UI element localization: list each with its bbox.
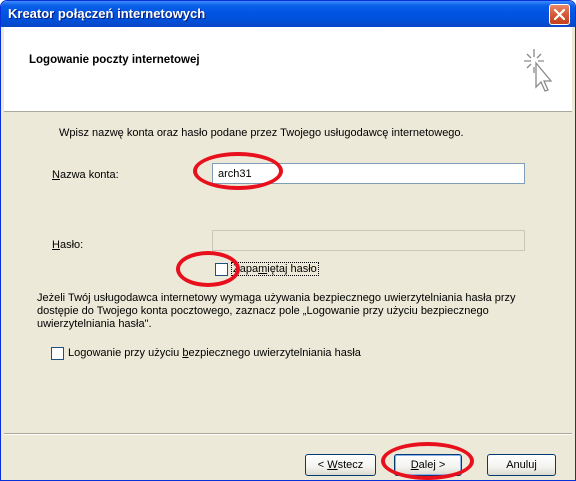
account-name-input[interactable] (212, 163, 525, 184)
title-bar[interactable]: Kreator połączeń internetowych (1, 1, 575, 27)
spa-checkbox-label[interactable]: Logowanie przy użyciu bezpiecznego uwier… (68, 347, 361, 359)
page-title: Logowanie poczty internetowej (29, 54, 200, 66)
footer-divider (4, 433, 572, 435)
spa-description: Jeżeli Twój usługodawca internetowy wyma… (37, 292, 516, 330)
next-button[interactable]: Dalej > (394, 454, 462, 476)
account-name-label: Nazwa konta: (52, 169, 119, 181)
instruction-text: Wpisz nazwę konta oraz hasło podane prze… (59, 127, 464, 139)
window-title: Kreator połączeń internetowych (8, 6, 206, 21)
close-icon (554, 9, 565, 20)
remember-password-label[interactable]: Zapamiętaj hasło (231, 262, 319, 276)
wizard-window: Kreator połączeń internetowych Logowanie… (0, 0, 576, 481)
close-button[interactable] (549, 4, 570, 25)
spa-checkbox[interactable] (51, 347, 64, 360)
wizard-header: Logowanie poczty internetowej (4, 27, 572, 112)
wizard-cursor-icon (524, 49, 553, 92)
password-label: Hasło: (52, 239, 84, 251)
highlight-remember-ellipse (176, 251, 240, 287)
password-input[interactable] (212, 230, 525, 251)
cancel-button[interactable]: Anuluj (487, 454, 556, 476)
remember-password-checkbox[interactable] (215, 263, 228, 276)
back-button[interactable]: < Wstecz (305, 454, 376, 476)
